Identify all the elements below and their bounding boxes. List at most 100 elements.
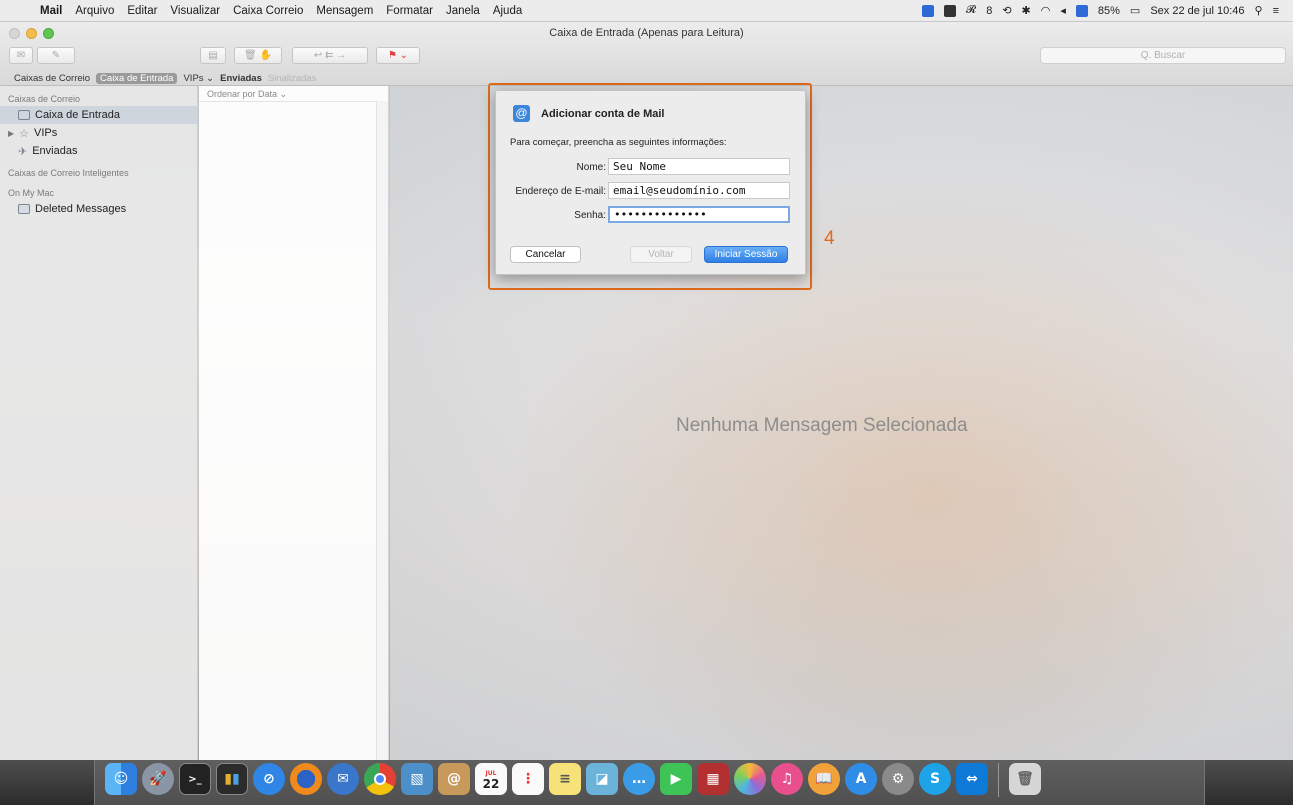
reminders-icon[interactable]: ⋮	[512, 763, 544, 795]
email-field[interactable]: email@seudomínio.com	[608, 182, 790, 199]
time-machine-icon[interactable]: ⟲	[1002, 4, 1011, 17]
fav-vips[interactable]: VIPs ⌄	[183, 73, 214, 84]
activity-icon[interactable]: ▮ ▮	[216, 763, 248, 795]
sign-in-button[interactable]: Iniciar Sessão	[704, 246, 788, 263]
firefox-icon[interactable]	[290, 763, 322, 795]
sidebar-item-label: Deleted Messages	[35, 203, 127, 215]
sidebar: Caixas de Correio Caixa de Entrada ▶ ☆ V…	[0, 86, 198, 760]
delete-junk-button[interactable]: 🗑 ✋	[234, 47, 282, 64]
status-adobe-icon[interactable]: 8	[986, 5, 992, 17]
photo-booth-icon[interactable]: ▦	[697, 763, 729, 795]
sort-by-date-button[interactable]: Ordenar por Data ⌄	[207, 89, 287, 100]
toolbar: Caixa de Entrada (Apenas para Leitura) ✉…	[0, 22, 1293, 86]
dialog-title: Adicionar conta de Mail	[541, 108, 665, 120]
sidebar-section-on-my-mac: On My Mac	[8, 188, 55, 198]
preview-icon[interactable]: ▧	[401, 763, 433, 795]
message-list-scrollbar[interactable]	[376, 101, 388, 760]
archive-button[interactable]: ▤	[200, 47, 226, 64]
reply-forward-button[interactable]: ↩ ⇇ →	[292, 47, 368, 64]
menu-arquivo[interactable]: Arquivo	[75, 5, 114, 17]
photos-icon[interactable]	[734, 763, 766, 795]
menu-janela[interactable]: Janela	[446, 5, 480, 17]
finder-icon[interactable]: ☺	[105, 763, 137, 795]
password-field[interactable]: ••••••••••••••	[608, 206, 790, 223]
no-message-selected-text: Nenhuma Mensagem Selecionada	[676, 415, 968, 436]
contacts-icon[interactable]: @	[438, 763, 470, 795]
menu-ajuda[interactable]: Ajuda	[493, 5, 522, 17]
status-adobe-count: 8	[986, 4, 993, 17]
search-input[interactable]: Q. Buscar	[1040, 47, 1286, 64]
sidebar-item-label: VIPs	[34, 127, 58, 139]
add-mail-account-dialog: @ Adicionar conta de Mail Para começar, …	[495, 90, 806, 275]
password-label: Senha:	[574, 210, 606, 221]
app-store-icon[interactable]: A	[845, 763, 877, 795]
status-script-icon[interactable]: 𝓡	[966, 4, 976, 17]
skype-icon[interactable]: S	[919, 763, 951, 795]
battery-percent[interactable]: 85%	[1098, 5, 1120, 17]
bluetooth-icon[interactable]: ✱	[1022, 4, 1031, 17]
reply-forward-icon: ↩ ⇇ →	[313, 50, 347, 61]
messages-icon[interactable]: …	[623, 763, 655, 795]
sidebar-item-sent[interactable]: ✈ Enviadas	[0, 142, 197, 160]
paper-plane-icon: ✈	[18, 145, 28, 158]
back-button[interactable]: Voltar	[630, 246, 692, 263]
photo-viewer-icon[interactable]: ◪	[586, 763, 618, 795]
spotlight-icon[interactable]: ⚲	[1255, 4, 1263, 17]
safari-icon[interactable]: ⊘	[253, 763, 285, 795]
menu-editar[interactable]: Editar	[127, 5, 157, 17]
list-divider	[199, 101, 377, 102]
fav-flagged[interactable]: Sinalizadas	[268, 73, 317, 84]
dock: ☺ 🚀 >_ ▮ ▮ ⊘ ✉ ▧ @ JUL 22 ⋮ ≡ ◪ … ▶ ▦ ♫ 📖…	[0, 760, 1293, 805]
envelope-icon: ✉	[16, 50, 26, 61]
trash-junk-icon: 🗑 ✋	[244, 50, 272, 61]
get-mail-button[interactable]: ✉	[9, 47, 33, 64]
status-app-icon[interactable]	[921, 4, 934, 17]
sidebar-item-vips[interactable]: ▶ ☆ VIPs	[0, 124, 197, 142]
terminal-icon[interactable]: >_	[179, 763, 211, 795]
inbox-icon	[18, 110, 30, 120]
system-preferences-icon[interactable]: ⚙	[882, 763, 914, 795]
fav-sent[interactable]: Enviadas	[220, 73, 262, 84]
thunderbird-icon[interactable]: ✉	[327, 763, 359, 795]
menu-formatar[interactable]: Formatar	[386, 5, 433, 17]
dock-items: ☺ 🚀 >_ ▮ ▮ ⊘ ✉ ▧ @ JUL 22 ⋮ ≡ ◪ … ▶ ▦ ♫ 📖…	[105, 763, 1041, 797]
sidebar-item-inbox[interactable]: Caixa de Entrada	[0, 106, 197, 124]
chrome-icon[interactable]	[364, 763, 396, 795]
message-list[interactable]: Ordenar por Data ⌄	[199, 86, 389, 760]
menu-mensagem[interactable]: Mensagem	[316, 5, 373, 17]
name-label: Nome:	[576, 162, 606, 173]
notification-center-icon[interactable]: ≡	[1273, 5, 1279, 17]
show-mailboxes-button[interactable]: Caixas de Correio	[14, 73, 90, 84]
battery-icon[interactable]: ▭	[1130, 4, 1140, 17]
sidebar-section-mailboxes: Caixas de Correio	[8, 94, 81, 104]
calendar-icon[interactable]: JUL 22	[475, 763, 507, 795]
wifi-icon[interactable]: ◠	[1041, 4, 1051, 17]
trash-icon[interactable]: 🗑	[1009, 763, 1041, 795]
compose-icon: ✎	[51, 50, 61, 61]
name-field[interactable]: Seu Nome	[608, 158, 790, 175]
dock-separator	[998, 763, 999, 797]
clock[interactable]: Sex 22 de jul 10:46	[1150, 5, 1244, 17]
notes-icon[interactable]: ≡	[549, 763, 581, 795]
menu-caixa-correio[interactable]: Caixa Correio	[233, 5, 303, 17]
flag-icon[interactable]	[1075, 4, 1088, 17]
itunes-icon[interactable]: ♫	[771, 763, 803, 795]
facetime-icon[interactable]: ▶	[660, 763, 692, 795]
cancel-button[interactable]: Cancelar	[510, 246, 581, 263]
launchpad-icon[interactable]: 🚀	[142, 763, 174, 795]
sidebar-item-deleted-messages[interactable]: Deleted Messages	[0, 200, 197, 218]
email-label: Endereço de E-mail:	[515, 186, 606, 197]
menu-bar: Mail Arquivo Editar Visualizar Caixa Cor…	[0, 0, 1293, 22]
fav-inbox[interactable]: Caixa de Entrada	[96, 72, 178, 84]
menu-app-mail[interactable]: Mail	[40, 5, 62, 17]
disclosure-triangle-icon[interactable]: ▶	[8, 129, 14, 138]
volume-icon[interactable]: ◂	[1060, 4, 1066, 17]
flag-button[interactable]: ⚑ ⌄	[376, 47, 420, 64]
ibooks-icon[interactable]: 📖	[808, 763, 840, 795]
at-sign-icon: @	[513, 105, 530, 122]
compose-button[interactable]: ✎	[37, 47, 75, 64]
sidebar-item-label: Enviadas	[32, 145, 78, 157]
teamviewer-icon[interactable]: ⇔	[956, 763, 988, 795]
status-app2-icon[interactable]	[943, 4, 956, 17]
menu-visualizar[interactable]: Visualizar	[170, 5, 220, 17]
